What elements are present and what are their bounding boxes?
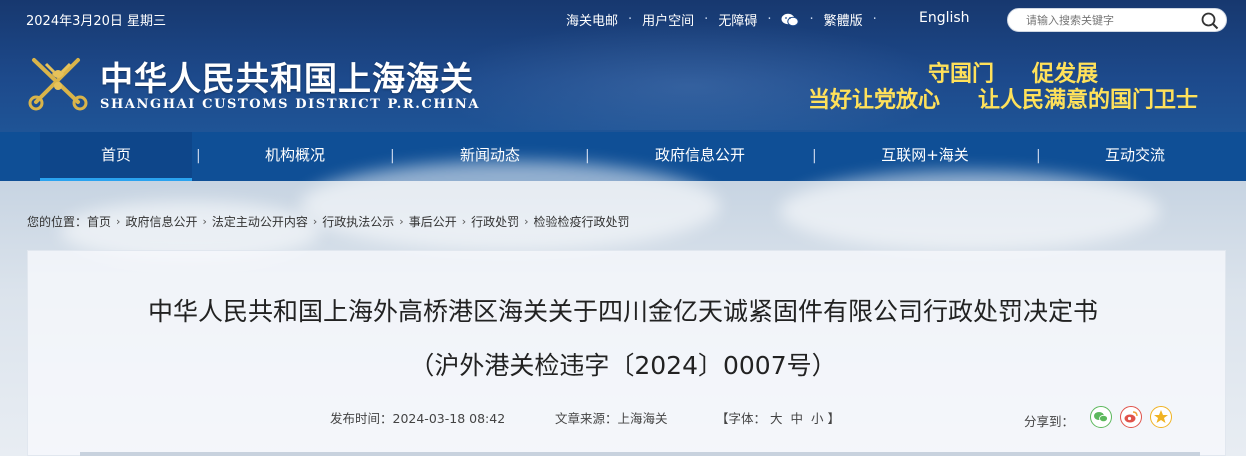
cloud-decoration	[780, 171, 1160, 251]
breadcrumb-item[interactable]: 事后公开	[409, 213, 457, 230]
top-separator: ·	[704, 12, 709, 27]
traditional-chinese-link[interactable]: 繁體版	[824, 10, 863, 29]
current-date: 2024年3月20日 星期三	[26, 14, 167, 29]
weibo-share-icon[interactable]	[1120, 406, 1142, 428]
breadcrumb-item[interactable]: 首页	[87, 213, 111, 230]
site-subtitle: SHANGHAI CUSTOMS DISTRICT P.R.CHINA	[100, 97, 481, 112]
article-title: 中华人民共和国上海外高桥港区海关关于四川金亿天诚紧固件有限公司行政处罚决定书	[147, 297, 1098, 326]
top-separator: ·	[872, 12, 877, 27]
font-size-small[interactable]: 小	[811, 411, 824, 426]
top-links: 海关电邮 · 用户空间 · 无障碍 · · 繁體版 ·	[566, 10, 887, 29]
article-source: 文章来源：上海海关	[555, 411, 668, 426]
share-label: 分享到：	[1024, 414, 1075, 429]
breadcrumb: 您的位置： 首页 › 政府信息公开 › 法定主动公开内容 › 行政执法公示 › …	[27, 213, 630, 230]
nav-item-about[interactable]: 机构概况	[225, 132, 365, 181]
wechat-icon[interactable]	[781, 13, 800, 27]
chevron-right-icon: ›	[399, 215, 404, 228]
slogan-line-2: 当好让党放心 让人民满意的国门卫士	[808, 82, 1198, 114]
top-separator: ·	[809, 12, 814, 27]
top-bar: 2024年3月20日 星期三 海关电邮 · 用户空间 · 无障碍 · · 繁體版…	[0, 0, 1246, 38]
breadcrumb-item[interactable]: 法定主动公开内容	[212, 213, 308, 230]
chevron-right-icon: ›	[312, 215, 318, 228]
customs-emblem-icon[interactable]	[26, 52, 90, 114]
slogan-text: 当好让党放心	[808, 88, 941, 113]
breadcrumb-item[interactable]: 政府信息公开	[125, 213, 197, 230]
article-doc-number: （沪外港关检违字〔2024〕0007号）	[409, 351, 837, 380]
search-icon[interactable]	[1200, 11, 1220, 31]
top-separator: ·	[628, 12, 633, 27]
font-size-close: 】	[827, 411, 840, 426]
search-input[interactable]	[1026, 12, 1196, 29]
breadcrumb-item[interactable]: 行政处罚	[471, 213, 519, 230]
font-size-medium[interactable]: 中	[790, 411, 803, 426]
breadcrumb-prefix: 您的位置：	[27, 215, 88, 229]
font-size-large[interactable]: 大	[770, 411, 783, 426]
site-header: 2024年3月20日 星期三 海关电邮 · 用户空间 · 无障碍 · · 繁體版…	[0, 0, 1246, 132]
nav-item-interaction[interactable]: 互动交流	[1065, 132, 1205, 181]
accessibility-link[interactable]: 无障碍	[718, 10, 757, 29]
nav-separator: |	[1036, 148, 1041, 164]
publish-time: 发布时间：2024-03-18 08:42	[330, 411, 506, 426]
font-size-label: 【字体：	[716, 411, 767, 426]
font-size-selector: 【字体： 大 中 小 】	[716, 408, 840, 427]
breadcrumb-item[interactable]: 行政执法公示	[322, 213, 394, 230]
top-separator: ·	[767, 12, 772, 27]
nav-separator: |	[390, 148, 395, 164]
site-title[interactable]: 中华人民共和国上海海关	[100, 52, 474, 100]
search-box	[1007, 8, 1227, 32]
cloud-decoration	[300, 161, 720, 251]
article-divider	[80, 452, 1200, 456]
english-link[interactable]: English	[919, 10, 970, 26]
customs-email-link[interactable]: 海关电邮	[566, 10, 618, 29]
chevron-right-icon: ›	[461, 215, 467, 228]
nav-separator: |	[812, 148, 817, 164]
nav-separator: |	[585, 148, 590, 164]
nav-item-home[interactable]: 首页	[40, 132, 192, 181]
chevron-right-icon: ›	[202, 215, 207, 228]
nav-separator: |	[196, 148, 201, 164]
user-space-link[interactable]: 用户空间	[642, 10, 694, 29]
wechat-share-icon[interactable]	[1090, 406, 1112, 428]
chevron-right-icon: ›	[524, 215, 529, 228]
qzone-share-icon[interactable]	[1150, 406, 1172, 428]
chevron-right-icon: ›	[116, 215, 121, 228]
breadcrumb-item[interactable]: 检验检疫行政处罚	[534, 213, 630, 230]
slogan-text: 让人民满意的国门卫士	[978, 88, 1199, 113]
